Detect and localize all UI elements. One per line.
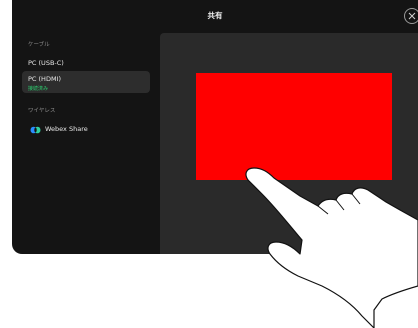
sidebar-item-label: PC (HDMI) bbox=[28, 75, 62, 83]
section-label-cable: ケーブル bbox=[28, 42, 50, 48]
screenshot-stage: 共有 ケーブル PC (USB-C) PC (HDMI) 接続済み ワイヤレス bbox=[0, 0, 418, 328]
preview-panel bbox=[160, 33, 418, 254]
share-button-label: 中に共有 bbox=[384, 232, 410, 240]
sidebar-item-label: Webex Share bbox=[45, 125, 88, 133]
section-label-wireless: ワイヤレス bbox=[28, 108, 56, 114]
sidebar-item-pc-usbc[interactable]: PC (USB-C) bbox=[22, 56, 150, 70]
close-button[interactable] bbox=[404, 8, 418, 24]
sidebar-item-label: PC (USB-C) bbox=[28, 59, 64, 67]
page-title: 共有 bbox=[207, 11, 223, 20]
share-dialog: 共有 ケーブル PC (USB-C) PC (HDMI) 接続済み ワイヤレス bbox=[12, 0, 418, 254]
sidebar-item-pc-hdmi[interactable]: PC (HDMI) 接続済み bbox=[22, 71, 150, 93]
sidebar-item-webex-share[interactable]: Webex Share bbox=[22, 122, 150, 136]
connection-status: 接続済み bbox=[28, 86, 49, 92]
screen-preview bbox=[196, 73, 392, 180]
share-button[interactable]: 中に共有 bbox=[374, 226, 418, 246]
close-icon bbox=[408, 12, 416, 20]
